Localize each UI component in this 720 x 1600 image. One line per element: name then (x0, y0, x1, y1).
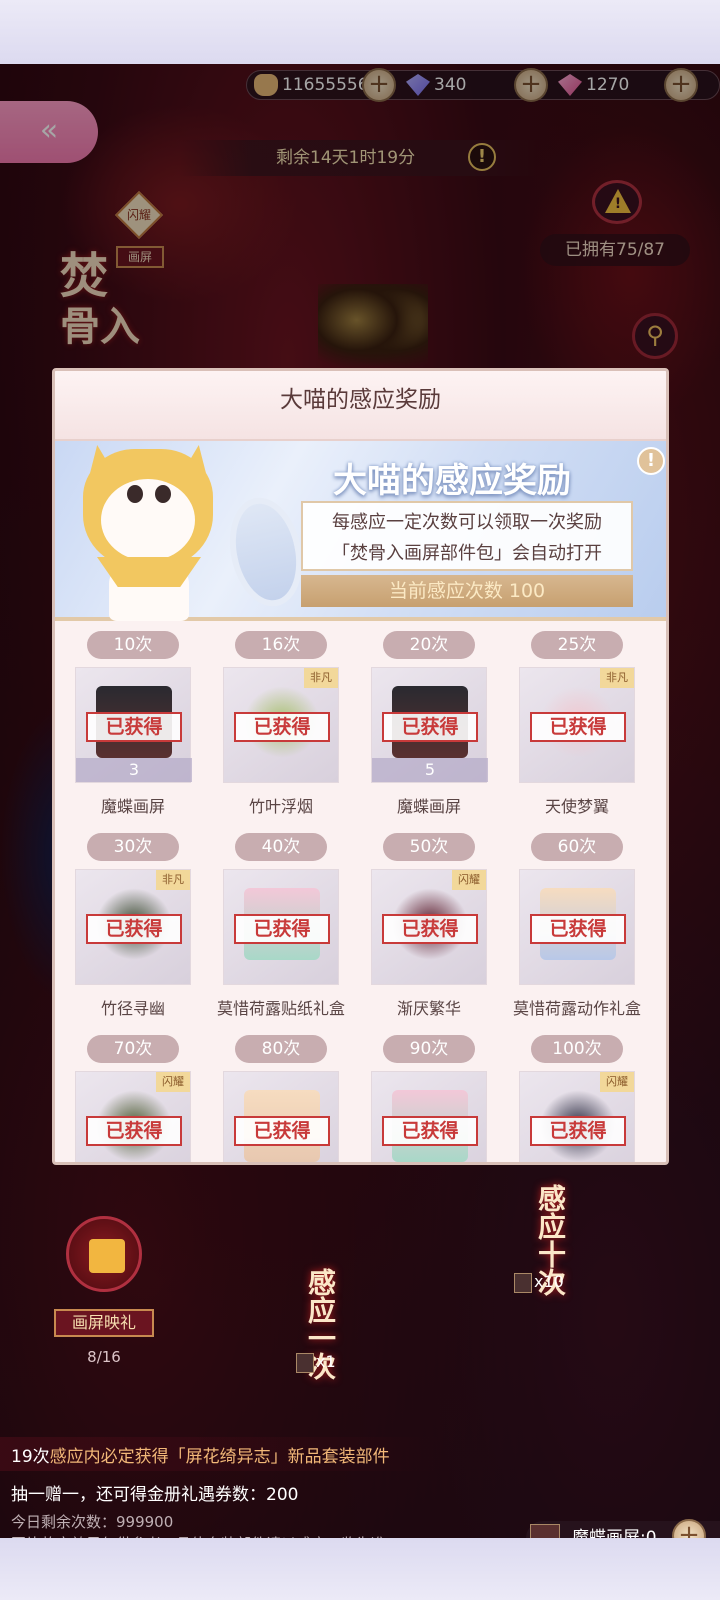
obtained-stamp: 已获得 (382, 1116, 478, 1146)
reward-name: 魔蝶画屏 (100, 797, 165, 816)
reward-name: 魔蝶画屏 (396, 797, 461, 816)
reward-cell[interactable]: 80次 已获得 (223, 1031, 371, 1162)
description-line-2: 「焚骨入画屏部件包」会自动打开 (332, 543, 602, 564)
gift-progress: 8/16 (87, 1348, 121, 1366)
reward-cell[interactable]: 50次 闪耀 已获得 渐厌繁华 (371, 829, 519, 1029)
reward-name: 竹叶浮烟 (248, 797, 313, 816)
reward-cell[interactable]: 100次 闪耀 已获得 (519, 1031, 666, 1162)
reward-item[interactable]: 非凡 已获得 (519, 667, 635, 783)
gift-label[interactable]: 画屏映礼 (54, 1309, 154, 1337)
threshold-pill: 20次 (383, 631, 475, 659)
obtained-stamp: 已获得 (234, 914, 330, 944)
reward-item[interactable]: 已获得 (519, 869, 635, 985)
reward-name: 莫惜荷露贴纸礼盒 (216, 999, 345, 1018)
reward-item[interactable]: 非凡 已获得 (75, 869, 191, 985)
draw-once-cost: x1 (296, 1352, 336, 1373)
reward-item[interactable]: 已获得 3 (75, 667, 192, 783)
reward-cell[interactable]: 10次 已获得 3 魔蝶画屏 (75, 627, 223, 827)
reward-name: 竹径寻幽 (100, 999, 165, 1018)
reward-item[interactable]: 非凡 已获得 (223, 667, 339, 783)
threshold-pill: 16次 (235, 631, 327, 659)
reward-cell[interactable]: 20次 已获得 5 魔蝶画屏 (371, 627, 519, 827)
mirror-ticket-icon (296, 1352, 314, 1373)
draw-ten-cost: x10 (514, 1272, 564, 1293)
draw-once-button[interactable]: 感应一次 (300, 1268, 340, 1392)
obtained-stamp: 已获得 (86, 914, 182, 944)
hand-mirror-image (220, 490, 312, 614)
reward-quantity: 3 (76, 758, 192, 782)
obtained-stamp: 已获得 (86, 712, 182, 742)
reward-item[interactable]: 闪耀 已获得 (371, 869, 487, 985)
rarity-tag: 非凡 (156, 870, 190, 890)
threshold-pill: 50次 (383, 833, 475, 861)
reward-cell[interactable]: 16次 非凡 已获得 竹叶浮烟 (223, 627, 371, 827)
reward-name: 天使梦翼 (544, 797, 609, 816)
obtained-stamp: 已获得 (234, 712, 330, 742)
reward-description: 每感应一定次数可以领取一次奖励 「焚骨入画屏部件包」会自动打开 (301, 501, 633, 571)
reward-cell[interactable]: 30次 非凡 已获得 竹径寻幽 (75, 829, 223, 1029)
rarity-tag: 非凡 (304, 668, 338, 688)
obtained-stamp: 已获得 (530, 914, 626, 944)
current-count: 当前感应次数 100 (301, 575, 633, 607)
obtained-stamp: 已获得 (234, 1116, 330, 1146)
status-bar-top (0, 0, 720, 64)
reward-cell[interactable]: 90次 已获得 (371, 1031, 519, 1162)
reward-cell[interactable]: 25次 非凡 已获得 天使梦翼 (519, 627, 666, 827)
threshold-pill: 60次 (531, 833, 623, 861)
mirror-ticket-icon (514, 1272, 532, 1293)
reward-quantity: 5 (372, 758, 488, 782)
reward-cell[interactable]: 40次 已获得 莫惜荷露贴纸礼盒 (217, 829, 371, 1029)
rarity-tag: 闪耀 (452, 870, 486, 890)
threshold-pill: 90次 (383, 1035, 475, 1063)
threshold-pill: 30次 (87, 833, 179, 861)
threshold-pill: 100次 (531, 1035, 623, 1063)
reward-cell[interactable]: 70次 闪耀 已获得 (75, 1031, 223, 1162)
banner-title: 大喵的感应奖励 (333, 461, 571, 501)
reward-cell[interactable]: 60次 已获得 莫惜荷露动作礼盒 (513, 829, 666, 1029)
description-line-1: 每感应一定次数可以领取一次奖励 (332, 512, 602, 533)
info-icon[interactable]: ! (637, 447, 665, 475)
guarantee-count: 19次 (11, 1447, 50, 1467)
obtained-stamp: 已获得 (530, 1116, 626, 1146)
threshold-pill: 80次 (235, 1035, 327, 1063)
bonus-text: 抽一赠一，还可得金册礼遇券数：200 (11, 1485, 299, 1505)
reward-name: 莫惜荷露动作礼盒 (512, 999, 641, 1018)
reward-modal: 大喵的感应奖励 大喵的感应奖励 ! 每感应一定次数可以领取一次奖励 「焚骨入画屏… (52, 368, 669, 1165)
guarantee-text: 19次感应内必定获得「屏花绮异志」新品套装部件 (11, 1442, 390, 1467)
reward-grid: 10次 已获得 3 魔蝶画屏 16次 非凡 已获得 竹叶浮烟 20次 已获得 5 (55, 627, 666, 1162)
threshold-pill: 10次 (87, 631, 179, 659)
threshold-pill: 40次 (235, 833, 327, 861)
reward-name: 渐厌繁华 (396, 999, 461, 1018)
obtained-stamp: 已获得 (382, 914, 478, 944)
obtained-stamp: 已获得 (382, 712, 478, 742)
reward-item[interactable]: 闪耀 已获得 (75, 1071, 191, 1162)
rarity-tag: 闪耀 (600, 1072, 634, 1092)
reward-item[interactable]: 已获得 (223, 1071, 339, 1162)
gift-button[interactable] (66, 1216, 142, 1292)
reward-item[interactable]: 已获得 (223, 869, 339, 985)
reward-item[interactable]: 已获得 5 (371, 667, 488, 783)
status-bar-bottom (0, 1538, 720, 1600)
obtained-stamp: 已获得 (530, 712, 626, 742)
reward-banner: 大喵的感应奖励 ! 每感应一定次数可以领取一次奖励 「焚骨入画屏部件包」会自动打… (55, 441, 666, 621)
threshold-pill: 70次 (87, 1035, 179, 1063)
rarity-tag: 闪耀 (156, 1072, 190, 1092)
remaining-text: 今日剩余次数：999900 (11, 1513, 174, 1531)
threshold-pill: 25次 (531, 631, 623, 659)
rarity-tag: 非凡 (600, 668, 634, 688)
reward-item[interactable]: 已获得 (371, 1071, 487, 1162)
reward-item[interactable]: 闪耀 已获得 (519, 1071, 635, 1162)
guarantee-description: 感应内必定获得「屏花绮异志」新品套装部件 (49, 1447, 390, 1467)
cat-mascot (83, 445, 213, 621)
obtained-stamp: 已获得 (86, 1116, 182, 1146)
modal-title: 大喵的感应奖励 (55, 371, 666, 441)
gift-icon (89, 1239, 125, 1273)
